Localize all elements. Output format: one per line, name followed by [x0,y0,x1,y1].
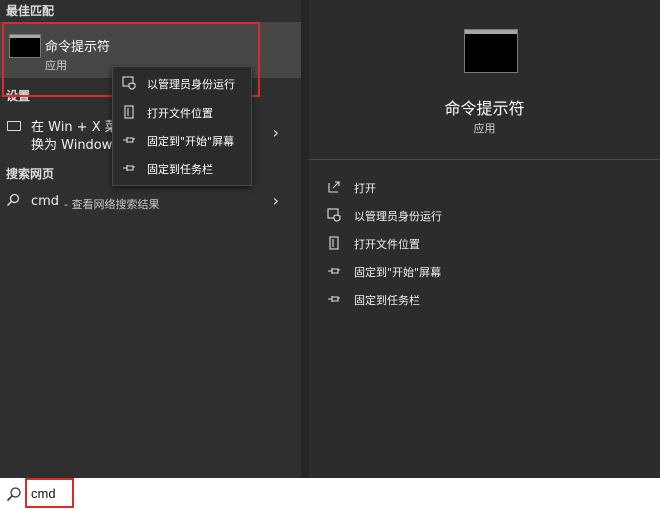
action-run-as-admin[interactable]: 以管理员身份运行 [327,205,647,227]
action-open[interactable]: 打开 [327,177,647,199]
search-highlight-box [25,478,74,508]
context-menu-open-file-location[interactable]: 打开文件位置 [113,100,251,124]
panel-divider [301,0,309,478]
context-menu-run-as-admin[interactable]: 以管理员身份运行 [113,71,251,95]
search-bar[interactable]: cmd [0,478,660,510]
action-open-file-location[interactable]: 打开文件位置 [327,233,647,255]
settings-result-line2: 换为 Window [31,138,113,153]
best-match-heading: 最佳匹配 [6,4,55,18]
chevron-right-icon[interactable]: › [273,123,279,142]
file-location-icon [124,105,134,119]
display-icon [7,121,21,131]
detail-app-type: 应用 [473,122,496,135]
context-menu-pin-to-start[interactable]: 固定到"开始"屏幕 [113,128,251,152]
context-menu: 以管理员身份运行 打开文件位置 固定到"开始"屏幕 固定到任务栏 [112,66,252,186]
chevron-right-icon[interactable]: › [273,191,279,210]
context-menu-label: 打开文件位置 [147,107,213,120]
web-search-result-item[interactable]: cmd - 查看网络搜索结果 › [0,190,301,216]
context-menu-label: 固定到任务栏 [147,163,213,176]
action-pin-to-taskbar[interactable]: 固定到任务栏 [327,289,647,311]
action-pin-to-taskbar-label: 固定到任务栏 [354,294,420,307]
detail-app-name: 命令提示符 [444,99,525,118]
web-search-desc: - 查看网络搜索结果 [64,198,160,211]
pin-icon [328,296,340,302]
web-search-heading: 搜索网页 [6,167,55,181]
shield-run-icon [122,76,136,90]
action-open-file-location-label: 打开文件位置 [354,238,420,251]
action-pin-to-start-label: 固定到"开始"屏幕 [354,266,442,279]
search-icon [6,193,20,207]
pin-icon [123,165,135,171]
file-location-icon [329,236,339,250]
web-search-query: cmd [31,194,60,209]
detail-divider [309,159,660,160]
action-pin-to-start[interactable]: 固定到"开始"屏幕 [327,261,647,283]
settings-result-line1: 在 Win + X 菜 [31,120,118,135]
shield-run-icon [327,208,341,222]
pin-icon [123,137,135,143]
action-run-as-admin-label: 以管理员身份运行 [354,210,442,223]
detail-panel: 命令提示符 应用 打开 以管理员身份运行 打开文件位置 固定到"开始"屏幕 固定… [309,0,660,478]
pin-icon [328,268,340,274]
context-menu-pin-to-taskbar[interactable]: 固定到任务栏 [113,156,251,180]
search-icon [6,487,21,502]
terminal-icon [464,29,518,73]
open-icon [328,181,340,193]
context-menu-label: 以管理员身份运行 [147,78,235,91]
action-open-label: 打开 [354,182,376,195]
context-menu-label: 固定到"开始"屏幕 [147,135,235,148]
